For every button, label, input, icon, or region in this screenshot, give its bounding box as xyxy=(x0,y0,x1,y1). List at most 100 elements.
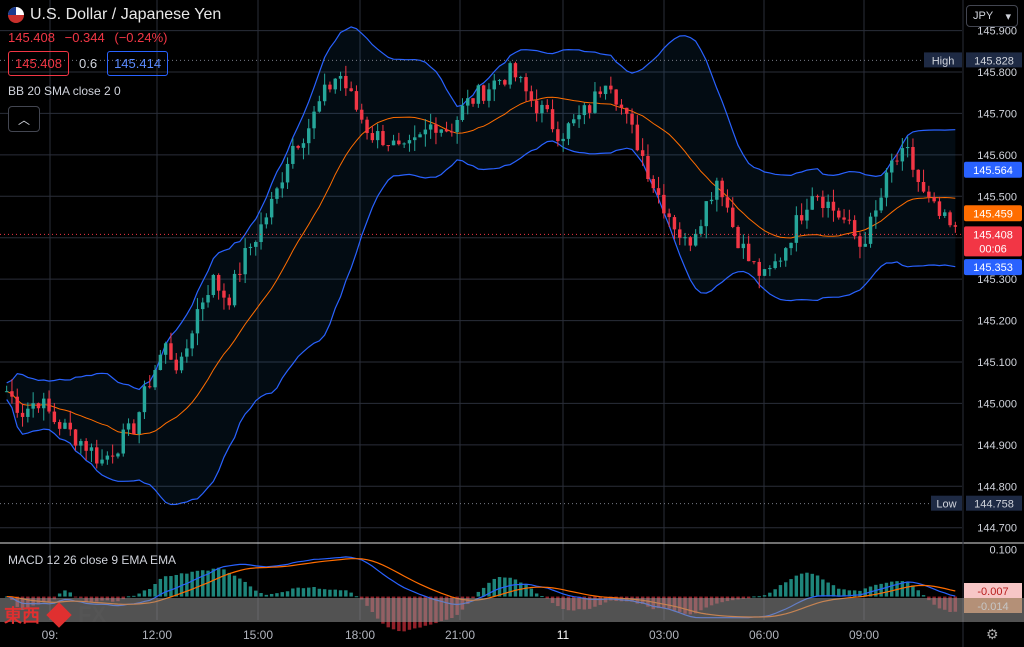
watermark-logo: 東西 FX xyxy=(4,602,106,628)
macd-hist-bar xyxy=(794,575,799,597)
candle-body xyxy=(381,131,385,146)
bb-indicator-label[interactable]: BB 20 SMA close 2 0 xyxy=(8,84,221,98)
candle-body xyxy=(863,243,867,247)
candle-body xyxy=(275,188,279,199)
last-price: 145.408 xyxy=(8,30,55,45)
macd-hist-bar xyxy=(185,573,189,597)
candle-body xyxy=(715,180,719,200)
bb-lower-tag: 145.353 xyxy=(973,262,1013,274)
candle-body xyxy=(15,396,19,413)
candle-body xyxy=(460,105,465,120)
candle-body xyxy=(322,84,327,102)
candle-body xyxy=(354,91,359,110)
macd-hist-bar xyxy=(890,581,894,597)
y-tick-label: 145.600 xyxy=(977,150,1017,162)
candle-body xyxy=(646,155,650,179)
currency-selector[interactable]: JPY ▾ xyxy=(966,5,1018,27)
sell-button[interactable]: 145.408 xyxy=(8,51,69,76)
candle-body xyxy=(593,91,597,113)
macd-hist-bar xyxy=(322,589,327,597)
x-tick-label: 06:00 xyxy=(749,628,779,642)
candle-body xyxy=(397,140,401,145)
macd-hist-bar xyxy=(275,593,279,597)
candle-body xyxy=(328,84,332,90)
candle-body xyxy=(773,261,777,268)
macd-hist-bar xyxy=(540,596,544,598)
candle-body xyxy=(932,197,936,202)
x-tick-label: 12:00 xyxy=(142,628,172,642)
bb-upper-tag: 145.564 xyxy=(973,165,1013,177)
candle-body xyxy=(201,302,205,310)
candle-body xyxy=(402,143,406,145)
candle-body xyxy=(254,242,258,247)
candle-body xyxy=(84,441,88,451)
macd-hist-bar xyxy=(858,590,862,597)
macd-indicator-label[interactable]: MACD 12 26 close 9 EMA EMA xyxy=(8,553,176,567)
candle-body xyxy=(269,198,274,218)
candle-body xyxy=(519,77,523,79)
macd-hist-bar xyxy=(169,576,173,597)
macd-hist-bar xyxy=(243,581,247,597)
candle-body xyxy=(338,75,343,79)
macd-hist-bar xyxy=(148,589,152,597)
candle-body xyxy=(317,101,322,112)
candle-body xyxy=(31,403,35,409)
candle-body xyxy=(625,107,629,114)
candle-body xyxy=(163,343,168,355)
macd-hist-bar xyxy=(227,572,231,597)
candle-body xyxy=(10,391,14,397)
candle-body xyxy=(418,134,422,138)
candle-body xyxy=(619,104,624,108)
macd-hist-bar xyxy=(296,587,300,597)
macd-hist-bar xyxy=(238,578,242,597)
y-tick-label: 145.200 xyxy=(977,316,1017,328)
candle-body xyxy=(428,124,433,130)
symbol-title[interactable]: U.S. Dollar / Japanese Yen xyxy=(30,6,221,24)
macd-hist-bar xyxy=(349,592,353,597)
candle-body xyxy=(365,119,369,134)
candle-body xyxy=(927,191,931,198)
macd-hist-bar xyxy=(338,590,343,597)
candle-body xyxy=(529,91,534,101)
y-tick-label: 144.900 xyxy=(977,440,1017,452)
x-tick-label: 03:00 xyxy=(649,628,679,642)
macd-hist-bar xyxy=(529,588,534,597)
candle-body xyxy=(301,143,306,148)
price-change: −0.344 xyxy=(64,30,105,45)
candle-body xyxy=(238,273,242,275)
candle-body xyxy=(640,150,645,156)
last-tag: 145.408 xyxy=(973,229,1013,241)
candle-body xyxy=(285,163,290,183)
candle-body xyxy=(757,261,761,276)
macd-hist-bar xyxy=(163,576,168,597)
macd-hist-bar xyxy=(534,593,539,597)
gear-icon[interactable]: ⚙ xyxy=(986,626,999,643)
candle-body xyxy=(709,199,714,202)
low-price: 144.758 xyxy=(974,499,1014,511)
candle-body xyxy=(211,274,216,296)
candle-body xyxy=(344,75,348,89)
macd-hist-bar xyxy=(312,587,316,597)
candle-body xyxy=(805,209,809,221)
collapse-button[interactable]: ︿ xyxy=(8,106,40,132)
candle-body xyxy=(868,216,873,244)
candle-body xyxy=(386,145,390,147)
watermark-fx-text: FX xyxy=(78,602,107,627)
candle-body xyxy=(821,196,825,209)
macd-hist-bar xyxy=(264,594,269,597)
candle-body xyxy=(232,273,237,306)
candle-body xyxy=(158,354,163,371)
candle-body xyxy=(174,359,178,371)
price-change-pct: (−0.24%) xyxy=(114,30,168,45)
candle-body xyxy=(582,105,587,116)
candle-body xyxy=(216,274,221,291)
candle-body xyxy=(26,408,30,417)
candle-body xyxy=(153,370,157,388)
candle-body xyxy=(699,226,703,234)
buy-button[interactable]: 145.414 xyxy=(107,51,169,76)
candle-body xyxy=(693,233,698,246)
candle-body xyxy=(794,215,799,243)
watermark-band xyxy=(0,598,1024,622)
candle-body xyxy=(248,246,253,249)
macd-hist-bar xyxy=(269,593,274,597)
